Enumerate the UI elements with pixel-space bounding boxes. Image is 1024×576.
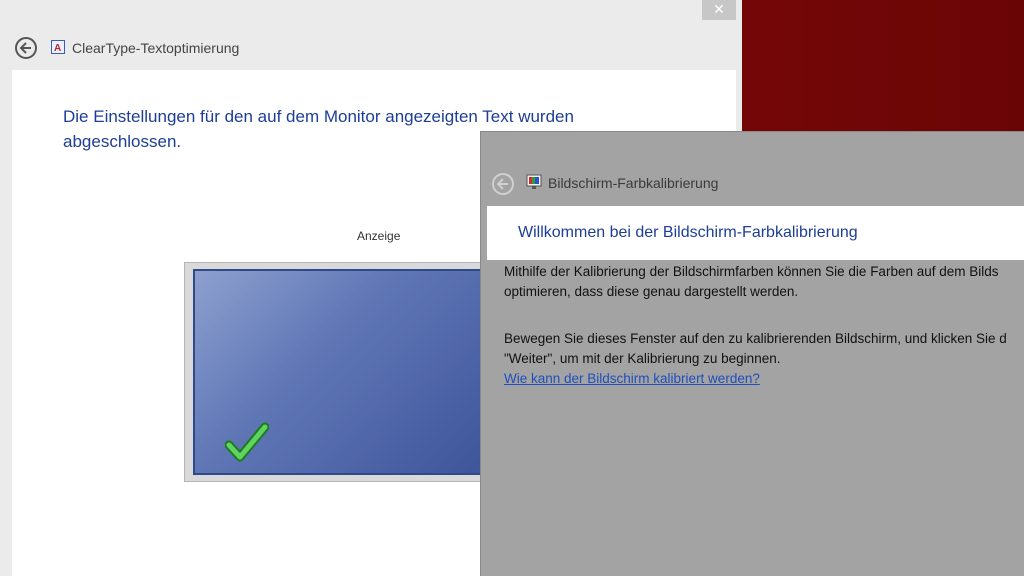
checkmark-icon [225, 422, 269, 462]
instruction-line-2: "Weiter", um mit der Kalibrierung zu beg… [504, 351, 781, 366]
calibration-header: Willkommen bei der Bildschirm-Farbkalibr… [487, 206, 1024, 260]
intro-line-1: Mithilfe der Kalibrierung der Bildschirm… [504, 264, 999, 279]
color-calibration-icon [526, 174, 542, 189]
svg-text:A: A [54, 43, 61, 54]
instruction-line-1: Bewegen Sie dieses Fenster auf den zu ka… [504, 331, 1007, 346]
close-button[interactable]: ✕ [702, 0, 736, 20]
back-button[interactable] [492, 173, 514, 195]
color-calibration-window: Bildschirm-Farbkalibrierung Willkommen b… [480, 131, 1024, 576]
display-label: Anzeige [357, 229, 401, 243]
close-icon: ✕ [713, 2, 725, 18]
back-arrow-icon [19, 42, 31, 54]
intro-line-2: optimieren, dass diese genau dargestellt… [504, 284, 799, 299]
cleartype-icon: A [51, 40, 65, 54]
monitor-preview [184, 262, 494, 482]
welcome-heading: Willkommen bei der Bildschirm-Farbkalibr… [518, 224, 858, 241]
back-button[interactable] [15, 37, 37, 59]
monitor-screen [193, 269, 493, 475]
back-arrow-icon [496, 178, 508, 190]
calibration-body: Mithilfe der Kalibrierung der Bildschirm… [504, 262, 1024, 389]
window-title: ClearType-Textoptimierung [72, 40, 240, 56]
help-link[interactable]: Wie kann der Bildschirm kalibriert werde… [504, 369, 1024, 389]
window-title: Bildschirm-Farbkalibrierung [548, 175, 719, 191]
